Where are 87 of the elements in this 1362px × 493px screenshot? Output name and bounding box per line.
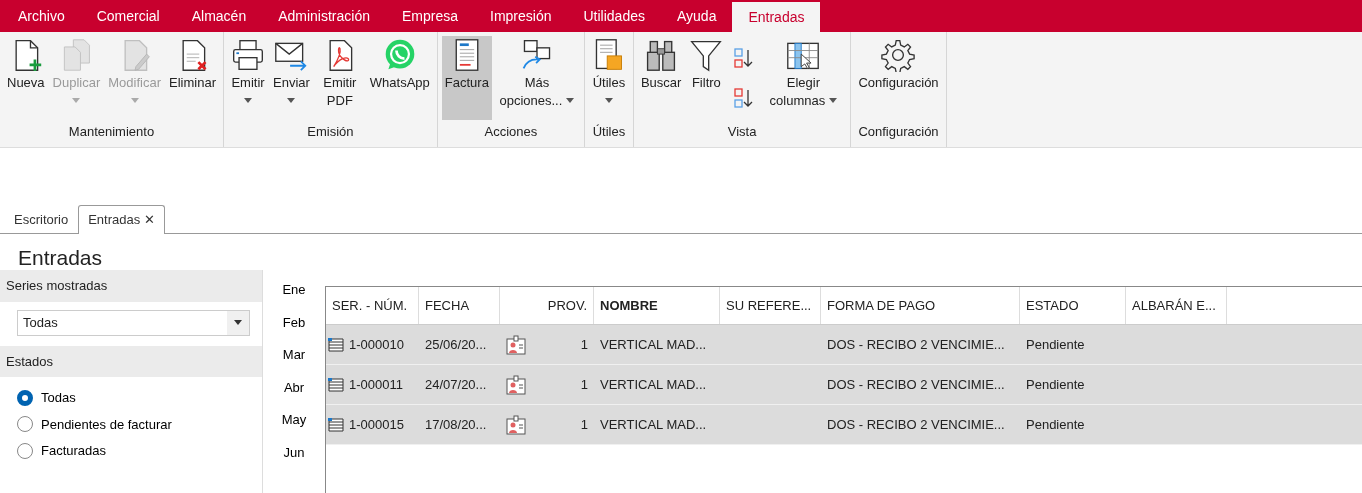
list-icon [328,417,344,432]
chat-button[interactable]: WhatsApp [366,36,433,120]
menu-tab[interactable]: Archivo [2,0,81,32]
group-label: Acciones [483,122,539,141]
invoice-button[interactable]: Factura [441,36,492,120]
menu-tab[interactable]: Utilidades [567,0,661,32]
sort-button[interactable] [732,45,755,70]
sort-icon [732,45,755,70]
menu-tab[interactable]: Entradas [732,2,821,32]
radio-option[interactable]: Facturadas [0,438,107,465]
delete-button[interactable]: Eliminar [166,36,219,120]
table-cell-text: VERTICAL MAD... [600,335,707,354]
settings-button[interactable]: Configuración [855,36,942,120]
month-link[interactable]: Jun [283,442,305,462]
group-label: Emisión [306,122,355,141]
month-link[interactable]: Abr [283,377,305,397]
gear-icon [881,38,916,72]
column-header[interactable]: FECHA [419,287,500,324]
contact-card-icon [506,374,526,395]
list-icon [328,377,344,392]
menu-tab[interactable]: Almacén [175,0,263,32]
table-cell-text: 1 [580,415,588,434]
menu-tab[interactable]: Empresa [386,0,475,32]
more-button[interactable]: Más opciones... [493,36,580,120]
column-header[interactable]: ALBARÁN E... [1126,287,1227,324]
contact-card-icon [506,414,526,435]
month-link[interactable]: May [281,410,307,430]
funnel-icon [689,38,724,72]
table-cell-text: Pendiente [1026,375,1085,394]
table-cell-text: 1 [580,375,588,394]
mail-button[interactable]: Enviar [270,36,313,120]
radio-option[interactable]: Todas [0,385,76,412]
menu-tab[interactable]: Impresión [474,0,568,32]
table-cell-text: Pendiente [1026,335,1085,354]
list-icon [328,337,344,352]
table-cell-text: 17/08/20... [425,415,487,434]
column-header[interactable]: SU REFERE... [720,287,821,324]
document-tab[interactable]: Escritorio [4,204,79,233]
table-cell-text: 25/06/20... [425,335,487,354]
group-label: Mantenimiento [67,122,156,141]
printer-icon [231,38,265,72]
table-row[interactable]: 1-000015 17/08/20... 1 VERTICAL MAD... DOS - RECIBO 2 VENCIMIE... Pendiente [326,405,1362,445]
table-cell-text: VERTICAL MAD... [600,375,707,394]
columns-button[interactable]: Elegir columnas [760,36,847,120]
table-cell-text: VERTICAL MAD... [600,415,707,434]
month-link[interactable]: Ene [282,280,306,300]
column-header[interactable]: SER. - NÚM. [326,287,419,324]
group-label: Vista [726,122,758,141]
column-header[interactable]: NOMBRE [594,287,720,324]
new-button[interactable]: Nueva [4,36,48,120]
pdf-button[interactable]: Emitir PDF [314,36,365,120]
print-button[interactable]: Emitir [228,36,268,120]
group-label: Configuración [857,122,940,141]
contact-card-icon [506,334,526,355]
column-header[interactable]: ESTADO [1020,287,1126,324]
column-header[interactable]: FORMA DE PAGO [821,287,1020,324]
month-link[interactable]: Feb [282,312,306,332]
month-link[interactable]: Mar [282,345,306,365]
table-cell-text: Pendiente [1026,415,1085,434]
sort-button[interactable] [732,85,755,110]
table-cell-text: DOS - RECIBO 2 VENCIMIE... [827,415,1005,434]
series-select[interactable]: Todas [17,309,250,336]
close-icon[interactable]: ✕ [144,212,156,228]
menu-tab[interactable]: Ayuda [661,0,733,32]
radio-option[interactable]: Pendientes de facturar [0,411,172,438]
caret-icon [234,320,242,325]
table-row[interactable]: 1-000010 25/06/20... 1 VERTICAL MAD... DOS - RECIBO 2 VENCIMIE... Pendiente [326,325,1362,365]
section-heading: Estados [0,345,262,377]
table-cell-text: DOS - RECIBO 2 VENCIMIE... [827,375,1005,394]
table-cell-text: 24/07/20... [425,375,487,394]
group-label: Útiles [591,122,627,141]
table-cell-text: 1 [580,335,588,354]
table-cell-text: 1-000011 [349,375,403,394]
column-header[interactable]: PROV. [500,287,594,324]
table-cell-text: 1-000015 [349,415,404,434]
menu-tab[interactable]: Administración [262,0,386,32]
table-row[interactable]: 1-000011 24/07/20... 1 VERTICAL MAD... DOS - RECIBO 2 VENCIMIE... Pendiente [326,365,1362,405]
document-tab[interactable]: Entradas ✕ [78,205,166,234]
table-cell-text: 1-000010 [349,335,404,354]
search-button[interactable]: Buscar [637,36,685,120]
sort-icon [732,85,755,110]
tools-button[interactable]: Útiles [588,36,629,120]
filter-button[interactable]: Filtro [686,36,727,120]
page-title: Entradas [17,245,104,270]
table-cell-text: DOS - RECIBO 2 VENCIMIE... [827,335,1005,354]
menu-tab[interactable]: Comercial [80,0,176,32]
section-heading: Series mostradas [0,270,262,302]
